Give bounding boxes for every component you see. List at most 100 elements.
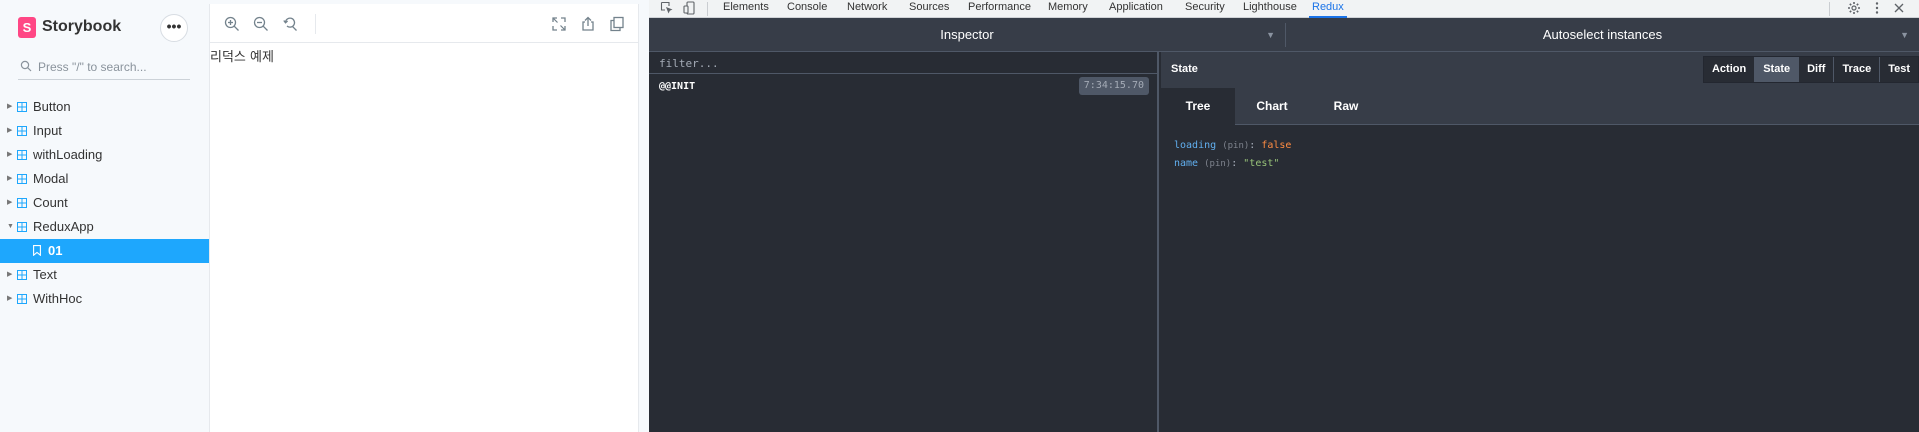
test-tab-button[interactable]: Test <box>1879 57 1918 82</box>
sidebar-item-text[interactable]: ▶ Text <box>0 263 209 287</box>
component-icon <box>17 102 27 112</box>
dropdown-arrow-icon: ▼ <box>1266 30 1275 40</box>
inspect-element-icon[interactable] <box>660 1 674 15</box>
state-key: loading <box>1174 140 1217 151</box>
zoom-out-icon[interactable] <box>253 16 269 32</box>
caret-down-icon: ▼ <box>7 223 14 230</box>
story-tree: ▶ Button ▶ Input ▶ withLoading ▶ Modal ▶… <box>0 95 209 311</box>
search-box <box>18 56 190 80</box>
tab-security[interactable]: Security <box>1185 0 1225 18</box>
component-icon <box>17 198 27 208</box>
state-header: State Action State Diff Trace Test <box>1161 52 1919 88</box>
toolbar-divider <box>315 14 316 34</box>
tab-lighthouse[interactable]: Lighthouse <box>1243 0 1297 18</box>
preview-panel: 리덕스 예제 <box>209 4 639 432</box>
tab-redux[interactable]: Redux <box>1309 0 1347 18</box>
tab-network[interactable]: Network <box>847 0 887 18</box>
action-filter-input[interactable] <box>659 55 1139 71</box>
storybook-logo-icon[interactable]: S <box>18 17 36 38</box>
sidebar-item-count[interactable]: ▶ Count <box>0 191 209 215</box>
sidebar-item-label: ReduxApp <box>33 219 94 234</box>
tab-memory[interactable]: Memory <box>1048 0 1088 18</box>
storybook-title[interactable]: Storybook <box>42 18 121 36</box>
tab-sources[interactable]: Sources <box>909 0 949 18</box>
inspector-select[interactable]: Inspector ▼ <box>649 18 1285 52</box>
search-input[interactable] <box>38 58 188 76</box>
sidebar-item-label: Modal <box>33 171 69 186</box>
tab-elements[interactable]: Elements <box>723 0 769 18</box>
tab-application[interactable]: Application <box>1109 0 1163 18</box>
state-view-tabs: Tree Chart Raw <box>1161 88 1919 125</box>
action-list-panel: @@INIT 7:34:15.70 <box>649 52 1159 432</box>
action-list-item[interactable]: @@INIT 7:34:15.70 <box>649 74 1157 100</box>
dropdown-arrow-icon: ▼ <box>1900 30 1909 40</box>
zoom-in-icon[interactable] <box>224 16 240 32</box>
action-tab-button[interactable]: Action <box>1703 57 1755 82</box>
devtools-toolbar-divider <box>707 2 708 16</box>
preview-content-text: 리덕스 예제 <box>210 50 274 65</box>
sidebar-item-label: WithHoc <box>33 291 83 306</box>
state-colon: : <box>1231 158 1238 169</box>
sidebar-item-withloading[interactable]: ▶ withLoading <box>0 143 209 167</box>
caret-right-icon: ▶ <box>7 151 13 158</box>
trace-tab-button[interactable]: Trace <box>1833 57 1880 82</box>
diff-tab-button[interactable]: Diff <box>1798 57 1834 82</box>
caret-right-icon: ▶ <box>7 175 13 182</box>
sidebar-item-input[interactable]: ▶ Input <box>0 119 209 143</box>
close-devtools-icon[interactable] <box>1892 1 1906 15</box>
storybook-sidebar: S Storybook ••• ▶ Button ▶ Input ▶ withL… <box>0 0 209 432</box>
fullscreen-icon[interactable] <box>551 16 567 32</box>
tab-performance[interactable]: Performance <box>968 0 1031 18</box>
search-icon <box>20 60 32 72</box>
device-toolbar-icon[interactable] <box>683 1 697 15</box>
caret-right-icon: ▶ <box>7 271 13 278</box>
redux-devtools-header: Inspector ▼ Autoselect instances ▼ <box>649 18 1919 52</box>
settings-gear-icon[interactable] <box>1847 1 1861 15</box>
state-tree-row[interactable]: name (pin): "test" <box>1174 155 1291 173</box>
storybook-header: S Storybook ••• <box>18 14 193 42</box>
sidebar-item-label: Input <box>33 123 62 138</box>
state-title: State <box>1171 63 1198 75</box>
sidebar-item-withhoc[interactable]: ▶ WithHoc <box>0 287 209 311</box>
sidebar-item-button[interactable]: ▶ Button <box>0 95 209 119</box>
caret-right-icon: ▶ <box>7 103 13 110</box>
tab-raw[interactable]: Raw <box>1309 88 1383 125</box>
tab-tree[interactable]: Tree <box>1161 88 1235 125</box>
instance-select-label: Autoselect instances <box>1542 27 1663 42</box>
sidebar-item-modal[interactable]: ▶ Modal <box>0 167 209 191</box>
sidebar-story-01[interactable]: 01 <box>0 239 209 263</box>
instance-select[interactable]: Autoselect instances ▼ <box>1286 18 1919 52</box>
component-icon <box>17 222 27 232</box>
sidebar-item-label: Count <box>33 195 68 210</box>
caret-right-icon: ▶ <box>7 199 13 206</box>
component-icon <box>17 150 27 160</box>
pin-link[interactable]: (pin) <box>1204 159 1231 169</box>
sidebar-item-label: Button <box>33 99 71 114</box>
state-value: "test" <box>1243 158 1280 169</box>
sidebar-item-label: 01 <box>48 243 63 258</box>
sidebar-item-reduxapp[interactable]: ▼ ReduxApp <box>0 215 209 239</box>
copy-link-icon[interactable] <box>609 16 625 32</box>
state-panel: State Action State Diff Trace Test Tree … <box>1161 52 1919 432</box>
bookmark-icon <box>33 245 41 256</box>
state-tab-button[interactable]: State <box>1754 57 1799 82</box>
zoom-reset-icon[interactable] <box>282 16 298 32</box>
state-value: false <box>1261 140 1292 151</box>
state-tree-row[interactable]: loading (pin): false <box>1174 137 1291 155</box>
sidebar-menu-button[interactable]: ••• <box>160 14 188 42</box>
component-icon <box>17 174 27 184</box>
sidebar-item-label: Text <box>33 267 57 282</box>
tab-chart[interactable]: Chart <box>1235 88 1309 125</box>
tab-console[interactable]: Console <box>787 0 827 18</box>
caret-right-icon: ▶ <box>7 295 13 302</box>
pin-link[interactable]: (pin) <box>1222 141 1249 151</box>
component-icon <box>17 270 27 280</box>
share-icon[interactable] <box>580 16 596 32</box>
more-options-icon[interactable] <box>1870 1 1884 15</box>
action-filter <box>649 52 1157 74</box>
state-colon: : <box>1249 140 1256 151</box>
devtools-panel: Elements Console Network Sources Perform… <box>649 0 1919 432</box>
component-icon <box>17 294 27 304</box>
component-icon <box>17 126 27 136</box>
action-timestamp[interactable]: 7:34:15.70 <box>1078 77 1149 95</box>
